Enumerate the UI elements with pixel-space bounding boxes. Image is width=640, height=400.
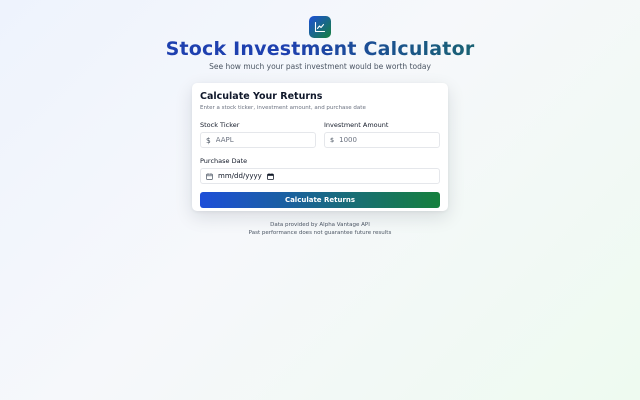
footer-disclaimer: Past performance does not guarantee futu… (248, 230, 392, 236)
ticker-label: Stock Ticker (200, 121, 240, 129)
footer-attribution: Data provided by Alpha Vantage API (270, 222, 370, 228)
inputs-row: Stock Ticker $ Investment Amount $ (200, 121, 440, 148)
date-field[interactable]: mm/dd/yyyy (200, 168, 440, 184)
page-title: Stock Investment Calculator (0, 38, 640, 60)
amount-group: Investment Amount $ (324, 121, 440, 148)
ticker-field[interactable]: $ (200, 132, 316, 148)
page-subtitle: See how much your past investment would … (209, 62, 431, 71)
dollar-sign-icon: $ (206, 135, 211, 145)
calculator-card: Calculate Your Returns Enter a stock tic… (192, 83, 448, 211)
date-value: mm/dd/yyyy (218, 172, 262, 180)
ticker-input[interactable] (215, 136, 310, 144)
calendar-picker-icon[interactable] (266, 172, 274, 180)
ticker-group: Stock Ticker $ (200, 121, 316, 148)
calendar-icon (206, 172, 213, 180)
app-logo (309, 16, 331, 38)
dollar-sign-icon: $ (330, 136, 335, 144)
card-title: Calculate Your Returns (200, 91, 323, 102)
date-group: Purchase Date mm/dd/yyyy (200, 157, 440, 184)
amount-input[interactable] (339, 136, 434, 144)
date-label: Purchase Date (200, 157, 248, 165)
amount-field[interactable]: $ (324, 132, 440, 148)
calculate-returns-button[interactable]: Calculate Returns (200, 192, 440, 208)
amount-label: Investment Amount (324, 121, 389, 129)
card-description: Enter a stock ticker, investment amount,… (200, 105, 366, 111)
line-chart-icon (314, 21, 326, 33)
